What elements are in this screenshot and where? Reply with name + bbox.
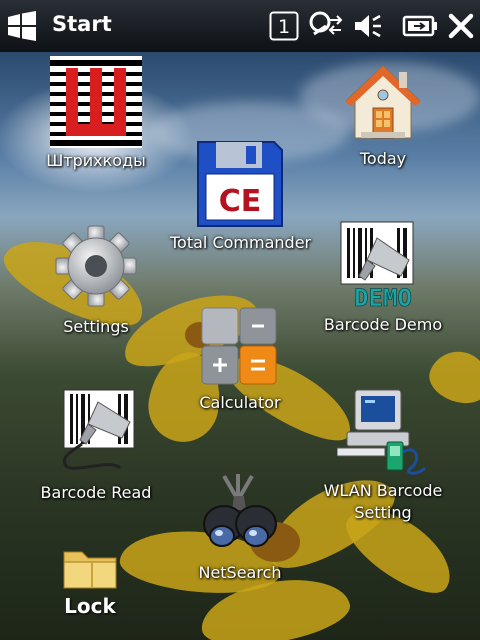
page-title[interactable]: Start [52, 12, 112, 36]
binoculars-icon [203, 474, 277, 547]
app-label: Calculator [199, 393, 281, 412]
ce-badge: CE [219, 184, 262, 219]
app-label: Штрихкоды [46, 151, 146, 170]
app-settings[interactable]: Settings [26, 224, 166, 338]
app-label: NetSearch [198, 563, 282, 582]
title-bar: Start 1 [0, 0, 480, 52]
lock-button[interactable]: Lock [40, 548, 140, 618]
close-icon[interactable] [446, 10, 476, 42]
app-label: Barcode Read [40, 483, 152, 502]
app-wlan-barcode-setting[interactable]: WLAN Barcode Setting [313, 388, 453, 524]
app-netsearch[interactable]: NetSearch [170, 470, 310, 584]
house-icon [345, 65, 421, 139]
lock-label: Lock [64, 594, 116, 618]
app-label: Barcode Demo [323, 315, 443, 334]
floppy-disk-icon: CE [197, 141, 283, 227]
app-label: Today [359, 149, 407, 168]
demo-badge: DEMO [354, 284, 412, 312]
app-barcode-demo[interactable]: DEMO Barcode Demo [313, 220, 453, 336]
app-total-commander[interactable]: CE Total Commander [170, 138, 312, 254]
app-today[interactable]: Today [313, 62, 453, 170]
app-label: Settings [63, 317, 129, 336]
calculator-icon [201, 307, 277, 385]
barcode-scanner-demo-icon: DEMO [340, 221, 414, 312]
app-barcode-read[interactable]: Barcode Read [26, 388, 166, 504]
volume-icon[interactable] [352, 10, 384, 42]
app-calculator[interactable]: Calculator [170, 306, 310, 414]
app-label: WLAN Barcode Setting [323, 481, 443, 522]
windows-logo-icon[interactable] [6, 11, 38, 41]
folder-icon [63, 551, 117, 589]
notification-count: 1 [278, 16, 290, 38]
notification-icon[interactable]: 1 [268, 10, 300, 42]
app-barcodes[interactable]: Штрихкоды [26, 56, 166, 172]
connectivity-icon[interactable] [308, 10, 344, 42]
barcode-scanner-icon [62, 389, 135, 470]
computer-device-icon [337, 389, 427, 475]
battery-icon[interactable] [402, 10, 438, 42]
gear-icon [55, 225, 137, 307]
app-label: Total Commander [170, 233, 312, 252]
barcode-app-icon [50, 56, 142, 148]
